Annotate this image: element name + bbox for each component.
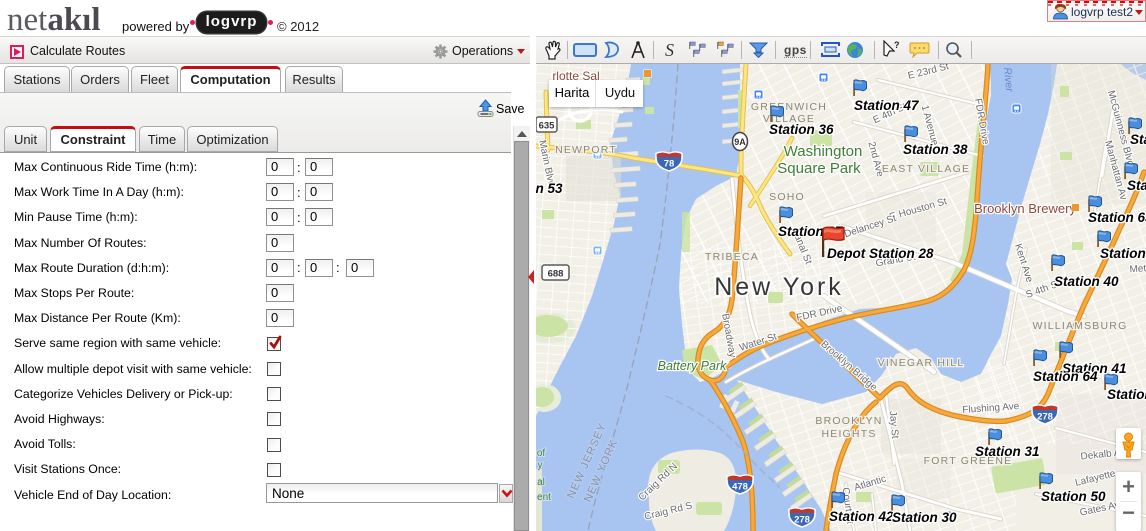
svg-text:New York: New York (714, 273, 844, 301)
svg-text:478: 478 (732, 482, 748, 493)
svg-text:Station 42: Station 42 (829, 509, 894, 524)
svg-text:ent: ent (537, 492, 551, 503)
svg-text:Station 40: Station 40 (1054, 274, 1119, 289)
svg-text:78: 78 (664, 159, 675, 170)
svg-text:Station 31: Station 31 (975, 444, 1040, 459)
svg-text:Station 36: Station 36 (769, 122, 834, 137)
svg-text:al: al (537, 477, 545, 488)
svg-text:Station 6: Station 6 (1107, 387, 1146, 402)
svg-text:Station 30: Station 30 (892, 510, 957, 525)
svg-text:Square Park: Square Park (777, 160, 861, 177)
svg-text:of: of (537, 448, 546, 459)
svg-text:Brooklyn Brewery: Brooklyn Brewery (974, 201, 1076, 216)
svg-text:VINEGAR HILL: VINEGAR HILL (878, 357, 965, 369)
svg-text:Battery Park: Battery Park (658, 359, 728, 373)
svg-text:Station 64: Station 64 (1033, 369, 1098, 384)
svg-text:Depot Station 28: Depot Station 28 (827, 246, 934, 261)
svg-text:HEIGHTS: HEIGHTS (821, 428, 876, 440)
svg-text:Station 3: Station 3 (1100, 246, 1146, 261)
svg-text:Station 53: Station 53 (536, 181, 563, 196)
svg-text:9A: 9A (734, 137, 746, 147)
svg-text:Station 38: Station 38 (903, 142, 968, 157)
svg-text:WILLIAMSBURG: WILLIAMSBURG (1033, 320, 1128, 332)
svg-text:Statio: Statio (1127, 178, 1146, 193)
svg-text:Stati: Stati (1130, 132, 1146, 147)
svg-text:SOHO: SOHO (769, 191, 805, 203)
svg-text:NEWPORT: NEWPORT (555, 144, 617, 156)
svg-text:Station 63: Station 63 (1088, 210, 1146, 225)
svg-text:688: 688 (548, 269, 564, 280)
svg-text:635: 635 (539, 121, 556, 132)
svg-text:TRIBECA: TRIBECA (705, 251, 759, 263)
svg-text:Station 50: Station 50 (1041, 489, 1106, 504)
svg-text:BROOKLYN: BROOKLYN (815, 415, 882, 427)
svg-text:?: ? (894, 40, 900, 50)
svg-text:278: 278 (794, 515, 810, 526)
svg-text:y: y (538, 460, 543, 471)
svg-text:Washington: Washington (784, 143, 863, 160)
svg-text:EAST VILLAGE: EAST VILLAGE (882, 163, 970, 175)
svg-text:Station 47: Station 47 (854, 98, 920, 113)
svg-text:278: 278 (1037, 412, 1053, 423)
svg-text:GREENWICH: GREENWICH (751, 101, 827, 113)
